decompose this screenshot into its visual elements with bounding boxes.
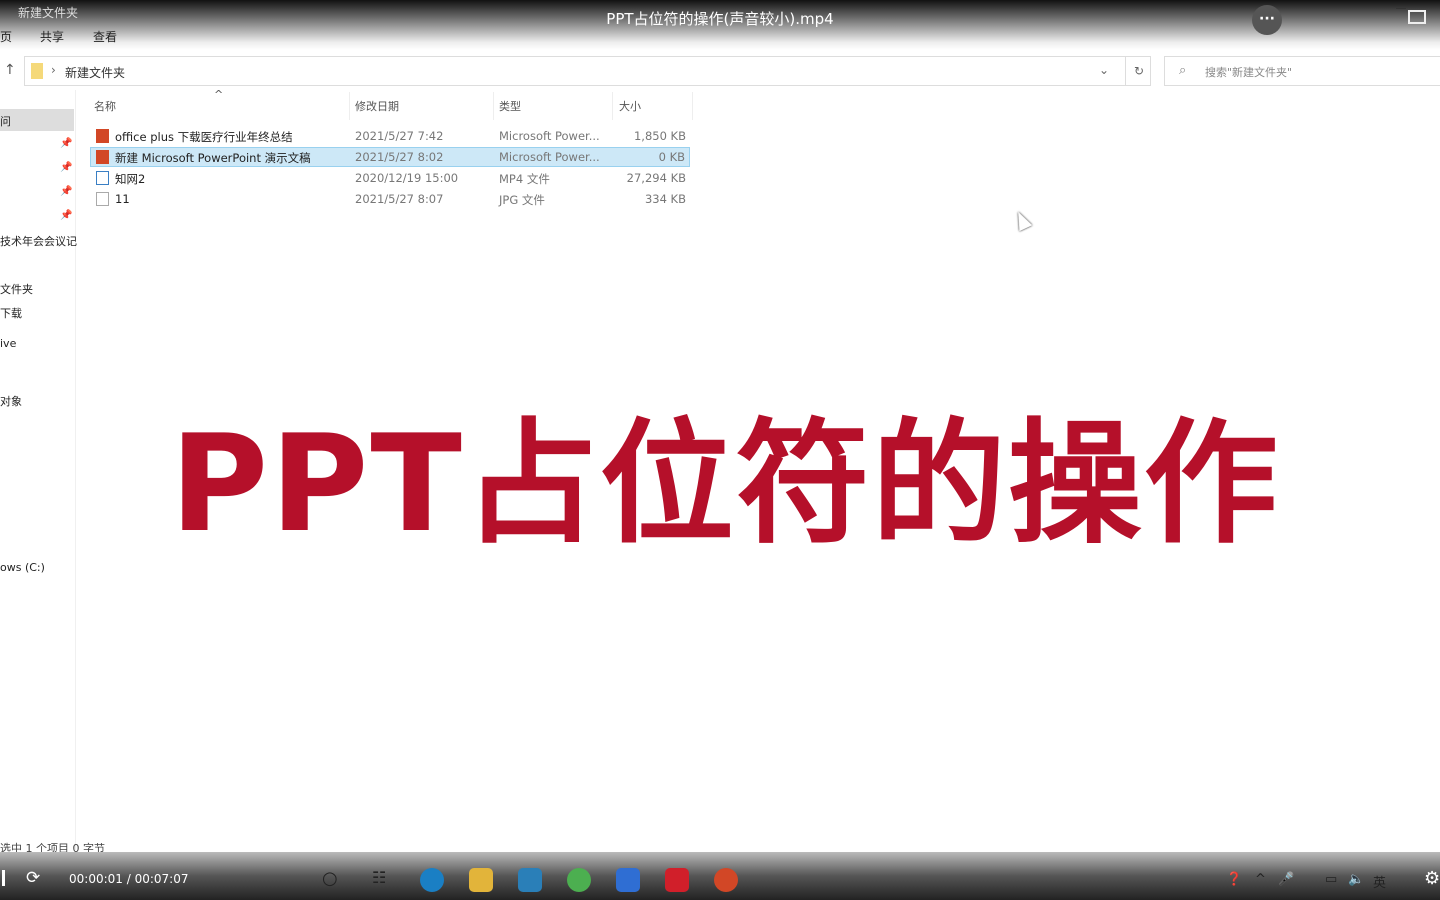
search-circle-icon: ○ [322, 868, 338, 889]
minimize-icon[interactable] [1396, 8, 1406, 9]
file-date: 2020/12/19 15:00 [355, 171, 459, 185]
file-explorer-icon [469, 868, 493, 892]
picture-in-picture-button[interactable] [1408, 10, 1426, 24]
ribbon-tab-view[interactable]: 查看 [93, 28, 117, 45]
nav-item[interactable]: ows (C:) [0, 561, 45, 574]
playback-time: 00:00:01 / 00:07:07 [69, 872, 189, 886]
column-divider[interactable] [493, 92, 494, 120]
input-language: 英 [1373, 876, 1387, 891]
ppt-icon [96, 150, 109, 164]
file-name: 知网2 [115, 172, 146, 186]
sort-ascending-icon: ^ [214, 88, 224, 101]
volume-icon: 🔈 [1348, 872, 1365, 887]
ppt-icon [96, 129, 109, 143]
file-row-selected[interactable]: 新建 Microsoft PowerPoint 演示文稿 2021/5/27 8… [90, 147, 690, 167]
nav-item[interactable]: 技术年会会议记 [0, 233, 77, 249]
netease-music-icon [665, 868, 689, 892]
file-row[interactable]: office plus 下载医疗行业年终总结 2021/5/27 7:42 Mi… [90, 126, 690, 146]
search-placeholder: 搜索"新建文件夹" [1205, 66, 1293, 79]
column-header-type[interactable]: 类型 [499, 98, 521, 114]
search-icon: ⌕ [1179, 63, 1187, 78]
file-row[interactable]: 11 2021/5/27 8:07 JPG 文件 334 KB [90, 189, 690, 209]
edge-icon [420, 868, 444, 892]
nav-item[interactable]: ive [0, 337, 16, 350]
nav-item[interactable]: 对象 [0, 393, 22, 409]
file-size: 334 KB [644, 192, 686, 206]
chevron-down-icon[interactable]: ⌄ [1099, 63, 1109, 77]
powerpoint-icon [714, 868, 738, 892]
file-name: 新建 Microsoft PowerPoint 演示文稿 [115, 151, 311, 165]
column-divider[interactable] [349, 92, 350, 120]
app-icon [567, 868, 591, 892]
app-icon [616, 868, 640, 892]
address-bar[interactable]: › 新建文件夹 ⌄ ↻ [24, 56, 1151, 86]
file-name: office plus 下载医疗行业年终总结 [115, 130, 293, 144]
microphone-icon: 🎤 [1278, 872, 1295, 887]
help-icon: ❓ [1226, 872, 1243, 887]
loop-icon[interactable]: ⟳ [26, 868, 40, 888]
file-type: JPG 文件 [499, 193, 545, 207]
file-type: Microsoft Power... [499, 129, 600, 143]
file-type: MP4 文件 [499, 172, 550, 186]
file-type: Microsoft Power... [499, 150, 600, 164]
navigation-pane: 问 📌 📌 📌 📌 技术年会会议记 文件夹 下载 ive 对象 ows (C:) [0, 90, 77, 850]
nav-item[interactable]: 文件夹 [0, 281, 33, 297]
search-input[interactable]: ⌕ 搜索"新建文件夹" [1164, 56, 1440, 86]
mouse-cursor-icon [1011, 208, 1033, 232]
video-control-bar: ⟳ 00:00:01 / 00:07:07 ○ ☷ ❓ ^ 🎤 ▭ 🔈 英 ⚙ [0, 852, 1440, 900]
file-size: 0 KB [658, 150, 685, 164]
pin-icon: 📌 [60, 186, 73, 197]
file-date: 2021/5/27 8:02 [355, 150, 444, 164]
overlay-title: PPT占位符的操作 [170, 406, 1280, 562]
pin-icon: 📌 [60, 162, 73, 173]
file-date: 2021/5/27 8:07 [355, 192, 444, 206]
column-header-size[interactable]: 大小 [619, 98, 641, 114]
progress-handle[interactable] [2, 870, 5, 886]
network-icon: ▭ [1325, 872, 1338, 887]
ribbon-tab-share[interactable]: 共享 [40, 28, 64, 45]
column-header-date[interactable]: 修改日期 [355, 98, 399, 114]
file-size: 1,850 KB [633, 129, 686, 143]
nav-item[interactable]: 问 [0, 109, 74, 131]
pin-icon: 📌 [60, 210, 73, 221]
video-title: PPT占位符的操作(声音较小).mp4 [606, 10, 834, 28]
mail-icon [518, 868, 542, 892]
file-name: 11 [115, 192, 130, 206]
address-path[interactable]: 新建文件夹 [65, 64, 125, 81]
video-file-icon [96, 171, 109, 185]
up-arrow-icon[interactable]: ↑ [4, 62, 16, 78]
column-divider[interactable] [612, 92, 613, 120]
more-options-button[interactable]: ··· [1252, 5, 1282, 35]
column-header-name[interactable]: 名称 [94, 98, 116, 114]
nav-item[interactable]: 下载 [0, 305, 22, 321]
pin-icon: 📌 [60, 138, 73, 149]
column-divider[interactable] [692, 92, 693, 120]
settings-gear-icon[interactable]: ⚙ [1424, 868, 1440, 889]
file-date: 2021/5/27 7:42 [355, 129, 444, 143]
folder-icon [31, 63, 43, 79]
refresh-icon[interactable]: ↻ [1125, 57, 1152, 85]
ribbon-tab-home[interactable]: 页 [0, 28, 12, 45]
file-size: 27,294 KB [626, 171, 686, 185]
file-row[interactable]: 知网2 2020/12/19 15:00 MP4 文件 27,294 KB [90, 168, 690, 188]
chevron-right-icon: › [51, 63, 56, 77]
task-view-icon: ☷ [372, 868, 387, 887]
image-file-icon [96, 192, 109, 206]
chevron-up-icon: ^ [1255, 872, 1266, 887]
